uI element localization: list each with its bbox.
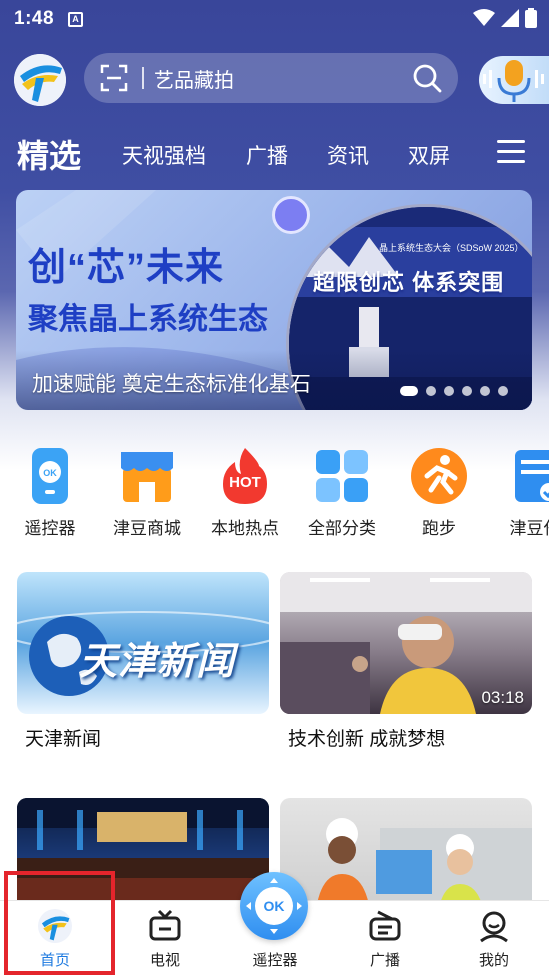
nav-label: 电视: [149, 952, 180, 969]
shop-icon: [117, 446, 177, 506]
search-input[interactable]: 艺品藏拍: [154, 64, 412, 93]
nav-label: 广播: [369, 952, 400, 969]
quick-link-label: 遥控器: [24, 519, 76, 538]
video-title: 技术创新 成就梦想: [288, 729, 446, 750]
status-time: 1:48: [14, 8, 55, 29]
video-title: 天津新闻: [25, 729, 102, 750]
tab-tianshi[interactable]: 天视强档: [122, 140, 206, 170]
event-subtitle: 晶上系统生态大会（SDSoW 2025）: [379, 243, 524, 253]
quick-link-tasks[interactable]: 津豆任: [493, 446, 549, 539]
scan-icon[interactable]: [100, 64, 128, 92]
microphone-icon: [483, 60, 544, 102]
radio-icon: [368, 909, 402, 943]
remote-icon: OK: [20, 446, 80, 506]
video-card[interactable]: 03:18 技术创新 成就梦想: [280, 572, 532, 751]
quick-links: OK 遥控器 津豆商城 HOT 本地热点 全部分类 跑步 津豆任: [0, 446, 549, 546]
nav-radio[interactable]: 广播: [330, 901, 440, 976]
run-icon: [409, 446, 469, 506]
banner-caption: 加速赋能 奠定生态标准化基石: [32, 373, 311, 396]
carousel-indicator: [400, 386, 508, 396]
quick-link-running[interactable]: 跑步: [397, 446, 481, 539]
carousel-dot: [400, 386, 418, 396]
selection-highlight: [4, 871, 115, 975]
svg-text:OK: OK: [43, 468, 57, 478]
carousel-dot: [444, 386, 454, 396]
thumbnail-title: 天津新闻: [79, 641, 236, 683]
search-icon[interactable]: [412, 63, 442, 93]
app-logo[interactable]: [14, 54, 66, 106]
quick-link-remote[interactable]: OK 遥控器: [8, 446, 92, 539]
search-divider: [142, 67, 144, 89]
grid-icon: [312, 446, 372, 506]
video-card[interactable]: 天津新闻 天津新闻: [17, 572, 269, 751]
profile-icon: [477, 909, 511, 943]
status-indicators: [473, 8, 537, 28]
remote-ok-button[interactable]: OK: [240, 872, 308, 940]
tab-featured[interactable]: 精选: [17, 131, 81, 177]
banner-carousel[interactable]: 晶上系统生态大会（SDSoW 2025） 超限创芯 体系突围 创“芯”未来 聚焦…: [16, 190, 532, 410]
tab-dual-screen[interactable]: 双屏: [408, 140, 450, 170]
battery-icon: [525, 8, 537, 28]
quick-link-categories[interactable]: 全部分类: [300, 446, 384, 539]
remote-ok-label: OK: [255, 887, 293, 925]
status-bar: 1:48 A: [0, 0, 549, 38]
voice-search-button[interactable]: [479, 56, 549, 104]
tv-icon: [148, 909, 182, 943]
carousel-dot: [462, 386, 472, 396]
notification-app-icon: A: [68, 11, 84, 27]
logo-icon: [14, 54, 66, 106]
quick-link-label: 津豆商城: [113, 519, 181, 538]
task-icon: [505, 446, 549, 506]
channel-tabs: 精选 天视强档 广播 资讯 双屏: [0, 128, 549, 178]
like-badge-icon: [272, 196, 310, 234]
banner-headline-2: 聚焦晶上系统生态: [28, 303, 268, 336]
signal-icon: [501, 9, 519, 27]
nav-label: 我的: [478, 952, 509, 969]
search-bar[interactable]: 艺品藏拍: [84, 53, 458, 103]
wifi-icon: [473, 9, 495, 26]
quick-link-label: 全部分类: [308, 519, 376, 538]
quick-link-label: 跑步: [422, 519, 456, 538]
video-thumbnail: 天津新闻: [17, 572, 269, 714]
nav-label: 遥控器: [252, 952, 298, 969]
tab-broadcast[interactable]: 广播: [246, 140, 288, 170]
video-duration: 03:18: [481, 688, 524, 707]
event-title: 超限创芯 体系突围: [313, 270, 505, 295]
nav-profile[interactable]: 我的: [439, 901, 549, 976]
hot-badge: HOT: [229, 474, 261, 491]
nav-tv[interactable]: 电视: [110, 901, 220, 976]
carousel-dot: [498, 386, 508, 396]
carousel-dot: [480, 386, 490, 396]
quick-link-shop[interactable]: 津豆商城: [105, 446, 189, 539]
tab-news[interactable]: 资讯: [327, 140, 369, 170]
quick-link-label: 本地热点: [211, 519, 279, 538]
banner-headline-1: 创“芯”未来: [28, 247, 225, 289]
carousel-dot: [426, 386, 436, 396]
hot-icon: HOT: [215, 446, 275, 506]
quick-link-label: 津豆任: [509, 519, 549, 538]
menu-icon[interactable]: [497, 140, 525, 164]
video-thumbnail: 03:18: [280, 572, 532, 714]
quick-link-hot[interactable]: HOT 本地热点: [203, 446, 287, 539]
